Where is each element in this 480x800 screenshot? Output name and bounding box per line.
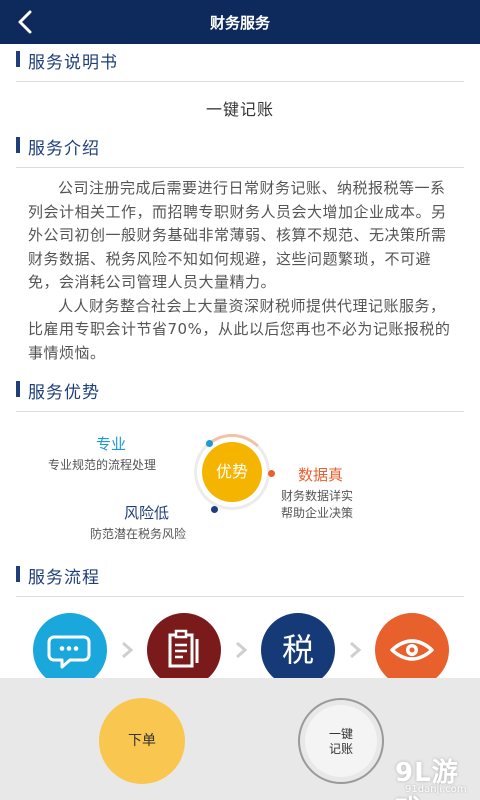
page-title: 财务服务: [209, 14, 270, 32]
divider: [16, 411, 464, 412]
section-header-advantages: 服务优势: [16, 378, 464, 403]
chat-bubble-icon: [47, 635, 91, 669]
advantage-title-data: 数据真: [298, 466, 344, 484]
intro-text: 公司注册完成后需要进行日常财务记账、纳税报税等一系列会计相关工作，而招聘专职财务…: [28, 177, 456, 365]
process-step-tax[interactable]: 税: [261, 613, 335, 687]
advantage-title-risk: 风险低: [124, 504, 170, 522]
advantage-dot-navy: [211, 506, 218, 513]
advantage-dot-orange: [268, 470, 275, 477]
top-bar: 财务服务: [0, 0, 480, 44]
divider: [16, 81, 464, 82]
divider: [16, 596, 464, 597]
section-header-intro: 服务介绍: [16, 134, 464, 159]
advantage-center: 优势: [202, 442, 262, 502]
advantage-desc-professional: 专业规范的流程处理: [48, 458, 157, 472]
order-button[interactable]: 下单: [99, 698, 185, 784]
section-title-manual: 服务说明书: [28, 53, 118, 73]
document-edit-icon: [168, 629, 199, 668]
section-marker: [16, 137, 20, 153]
one-click-label-2: 记账: [328, 742, 353, 756]
section-title-process: 服务流程: [28, 568, 100, 588]
advantage-desc-risk: 防范潜在税务风险: [90, 527, 187, 541]
section-header-manual: 服务说明书: [16, 48, 464, 73]
advantage-title-professional: 专业: [96, 435, 127, 453]
advantage-desc-data-2: 帮助企业决策: [281, 506, 354, 520]
process-step-document[interactable]: [147, 613, 221, 687]
one-click-bookkeeping-button[interactable]: 一键 记账: [305, 705, 377, 777]
section-title-advantages: 服务优势: [28, 383, 100, 403]
process-step-review[interactable]: [375, 613, 449, 687]
one-click-label: 一键: [328, 727, 353, 741]
section-marker: [16, 51, 20, 67]
intro-paragraph: 公司注册完成后需要进行日常财务记账、纳税报税等一系列会计相关工作，而招聘专职财务…: [28, 179, 447, 291]
divider: [16, 167, 464, 168]
advantage-dot-blue: [206, 440, 213, 447]
process-step-consult[interactable]: [33, 613, 107, 687]
chevron-right-icon: [236, 641, 248, 659]
chevron-right-icon: [350, 641, 362, 659]
eye-icon: [390, 639, 434, 661]
section-title-intro: 服务介绍: [28, 139, 100, 159]
watermark-url: 91danji.com: [405, 784, 467, 795]
section-marker: [16, 566, 20, 582]
section-marker: [16, 381, 20, 397]
chevron-right-icon: [122, 641, 134, 659]
doc-title: 一键记账: [205, 100, 274, 119]
advantage-desc-data: 财务数据详实: [281, 489, 354, 503]
tax-icon: 税: [281, 631, 314, 669]
section-header-process: 服务流程: [16, 563, 464, 588]
intro-paragraph: 人人财务整合社会上大量资深财税师提供代理记账服务，比雇用专职会计节省70%，从此…: [28, 296, 451, 362]
